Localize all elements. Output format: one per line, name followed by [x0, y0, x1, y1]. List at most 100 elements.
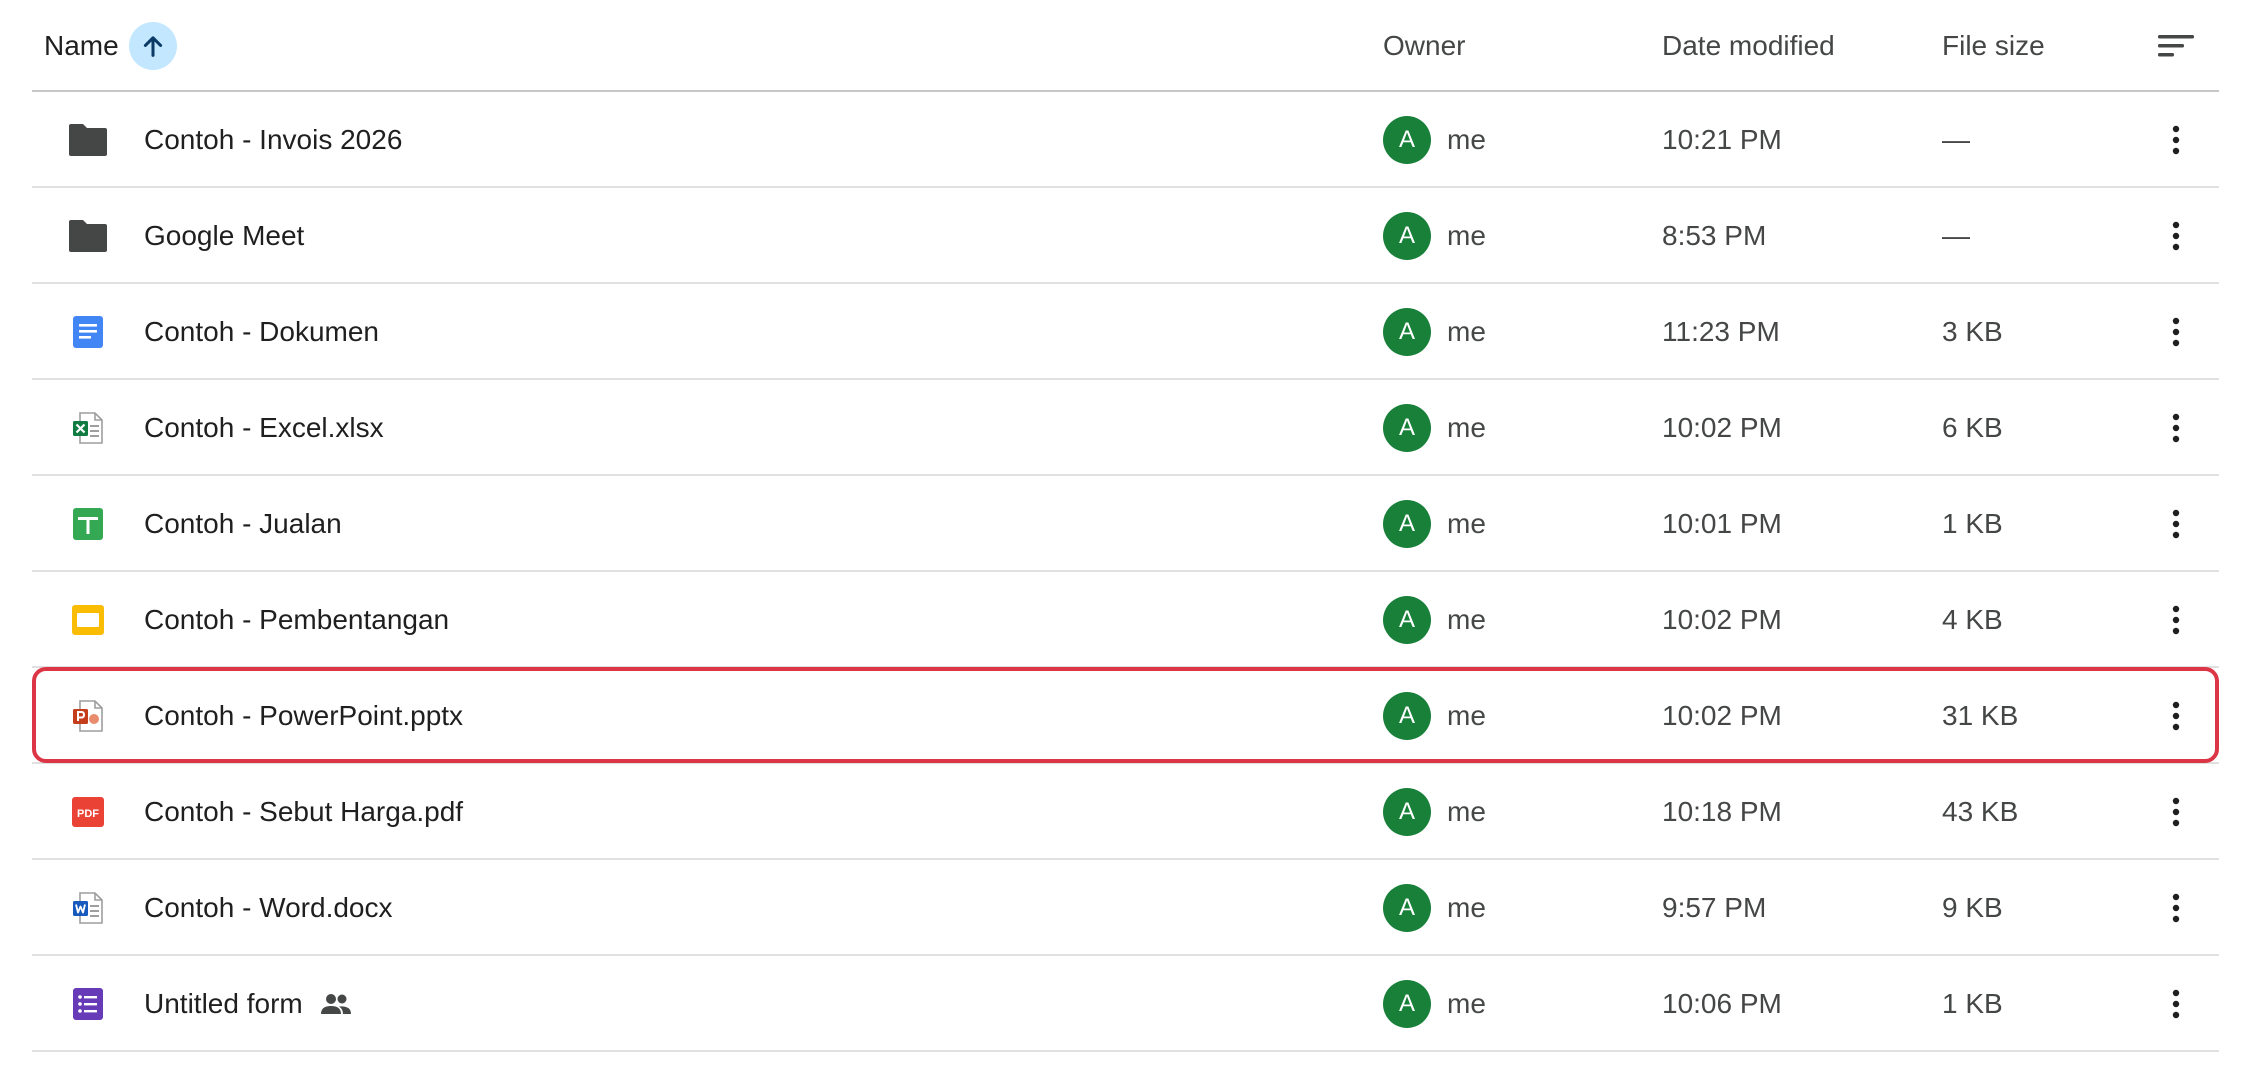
owner-avatar[interactable]: A	[1383, 116, 1431, 164]
file-name: Contoh - Excel.xlsx	[144, 412, 384, 443]
owner-name: me	[1447, 604, 1486, 635]
powerpoint-file-icon	[73, 700, 103, 732]
more-actions-button[interactable]	[2152, 284, 2200, 380]
more-actions-button[interactable]	[2152, 188, 2200, 284]
word-file-icon	[73, 892, 103, 924]
folder-icon	[69, 124, 107, 156]
date-modified: 10:21 PM	[1662, 124, 1782, 155]
file-list: Name Owner Date modified File size Conto…	[32, 0, 2219, 1052]
owner-avatar[interactable]: A	[1383, 692, 1431, 740]
google-docs-icon	[73, 316, 103, 348]
more-vert-icon	[2172, 125, 2180, 155]
folder-icon	[69, 220, 107, 252]
pdf-file-icon: PDF	[72, 797, 104, 827]
file-size: 6 KB	[1942, 412, 2003, 443]
file-row[interactable]: Untitled form A me 10:06 PM 1 KB	[32, 956, 2219, 1052]
more-actions-button[interactable]	[2152, 572, 2200, 668]
owner-name: me	[1447, 220, 1486, 251]
owner-cell: A me	[1383, 668, 1486, 764]
owner-name: me	[1447, 892, 1486, 923]
owner-avatar[interactable]: A	[1383, 596, 1431, 644]
more-vert-icon	[2172, 221, 2180, 251]
google-slides-icon	[72, 605, 104, 635]
more-vert-icon	[2172, 317, 2180, 347]
name-column-label: Name	[44, 30, 119, 61]
owner-cell: A me	[1383, 572, 1486, 668]
date-modified-column-label: Date modified	[1662, 30, 1835, 61]
file-name: Contoh - Invois 2026	[144, 124, 403, 155]
file-size: 1 KB	[1942, 508, 2003, 539]
date-modified: 10:02 PM	[1662, 412, 1782, 443]
owner-avatar[interactable]: A	[1383, 404, 1431, 452]
more-actions-button[interactable]	[2152, 956, 2200, 1052]
owner-avatar[interactable]: A	[1383, 884, 1431, 932]
svg-text:PDF: PDF	[77, 808, 99, 820]
file-size-column-header[interactable]: File size	[1942, 0, 2045, 92]
more-actions-button[interactable]	[2152, 860, 2200, 956]
name-column-header[interactable]: Name	[44, 0, 177, 92]
owner-cell: A me	[1383, 476, 1486, 572]
owner-cell: A me	[1383, 92, 1486, 188]
file-row[interactable]: PDF Contoh - Sebut Harga.pdf A me 10:18 …	[32, 764, 2219, 860]
more-vert-icon	[2172, 701, 2180, 731]
owner-name: me	[1447, 412, 1486, 443]
more-vert-icon	[2172, 797, 2180, 827]
more-actions-button[interactable]	[2152, 476, 2200, 572]
file-row[interactable]: Contoh - Word.docx A me 9:57 PM 9 KB	[32, 860, 2219, 956]
owner-name: me	[1447, 988, 1486, 1019]
more-vert-icon	[2172, 509, 2180, 539]
owner-avatar[interactable]: A	[1383, 980, 1431, 1028]
date-modified: 8:53 PM	[1662, 220, 1767, 251]
file-size-column-label: File size	[1942, 30, 2045, 61]
file-size: —	[1942, 220, 1970, 251]
owner-avatar[interactable]: A	[1383, 500, 1431, 548]
more-vert-icon	[2172, 605, 2180, 635]
file-name: Contoh - Dokumen	[144, 316, 380, 347]
owner-avatar[interactable]: A	[1383, 212, 1431, 260]
file-row[interactable]: Contoh - Excel.xlsx A me 10:02 PM 6 KB	[32, 380, 2219, 476]
owner-avatar[interactable]: A	[1383, 788, 1431, 836]
google-forms-icon	[73, 988, 103, 1020]
owner-cell: A me	[1383, 188, 1486, 284]
google-sheets-icon	[73, 508, 103, 540]
file-size: 31 KB	[1942, 700, 2019, 731]
sort-options-button[interactable]	[2152, 0, 2200, 92]
more-vert-icon	[2172, 893, 2180, 923]
date-modified-column-header[interactable]: Date modified	[1662, 0, 1835, 92]
date-modified: 11:23 PM	[1662, 316, 1780, 347]
owner-name: me	[1447, 700, 1486, 731]
shared-users-icon	[319, 992, 353, 1016]
more-actions-button[interactable]	[2152, 668, 2200, 764]
file-size: 4 KB	[1942, 604, 2003, 635]
sort-lines-icon	[2158, 35, 2194, 57]
owner-avatar[interactable]: A	[1383, 308, 1431, 356]
owner-cell: A me	[1383, 284, 1486, 380]
excel-file-icon	[73, 412, 103, 444]
date-modified: 10:02 PM	[1662, 700, 1782, 731]
file-row[interactable]: Contoh - Jualan A me 10:01 PM 1 KB	[32, 476, 2219, 572]
more-actions-button[interactable]	[2152, 92, 2200, 188]
owner-column-header[interactable]: Owner	[1383, 0, 1465, 92]
owner-column-label: Owner	[1383, 30, 1466, 61]
owner-cell: A me	[1383, 860, 1486, 956]
file-row-selected[interactable]: Contoh - PowerPoint.pptx A me 10:02 PM 3…	[32, 667, 2219, 764]
file-row[interactable]: Contoh - Pembentangan A me 10:02 PM 4 KB	[32, 572, 2219, 668]
file-row[interactable]: Contoh - Dokumen A me 11:23 PM 3 KB	[32, 284, 2219, 380]
date-modified: 10:06 PM	[1662, 988, 1782, 1019]
file-name: Contoh - Word.docx	[144, 892, 393, 923]
file-size: 9 KB	[1942, 892, 2003, 923]
file-row[interactable]: Contoh - Invois 2026 A me 10:21 PM —	[32, 92, 2219, 188]
file-size: 1 KB	[1942, 988, 2003, 1019]
file-size: —	[1942, 124, 1970, 155]
owner-name: me	[1447, 316, 1486, 347]
owner-cell: A me	[1383, 764, 1486, 860]
owner-name: me	[1447, 124, 1486, 155]
more-vert-icon	[2172, 413, 2180, 443]
file-name-cell: Untitled form	[144, 956, 353, 1052]
file-name: Google Meet	[144, 220, 305, 251]
more-actions-button[interactable]	[2152, 764, 2200, 860]
more-actions-button[interactable]	[2152, 380, 2200, 476]
sort-direction-button[interactable]	[128, 22, 177, 70]
file-row[interactable]: Google Meet A me 8:53 PM —	[32, 188, 2219, 284]
date-modified: 10:01 PM	[1662, 508, 1782, 539]
